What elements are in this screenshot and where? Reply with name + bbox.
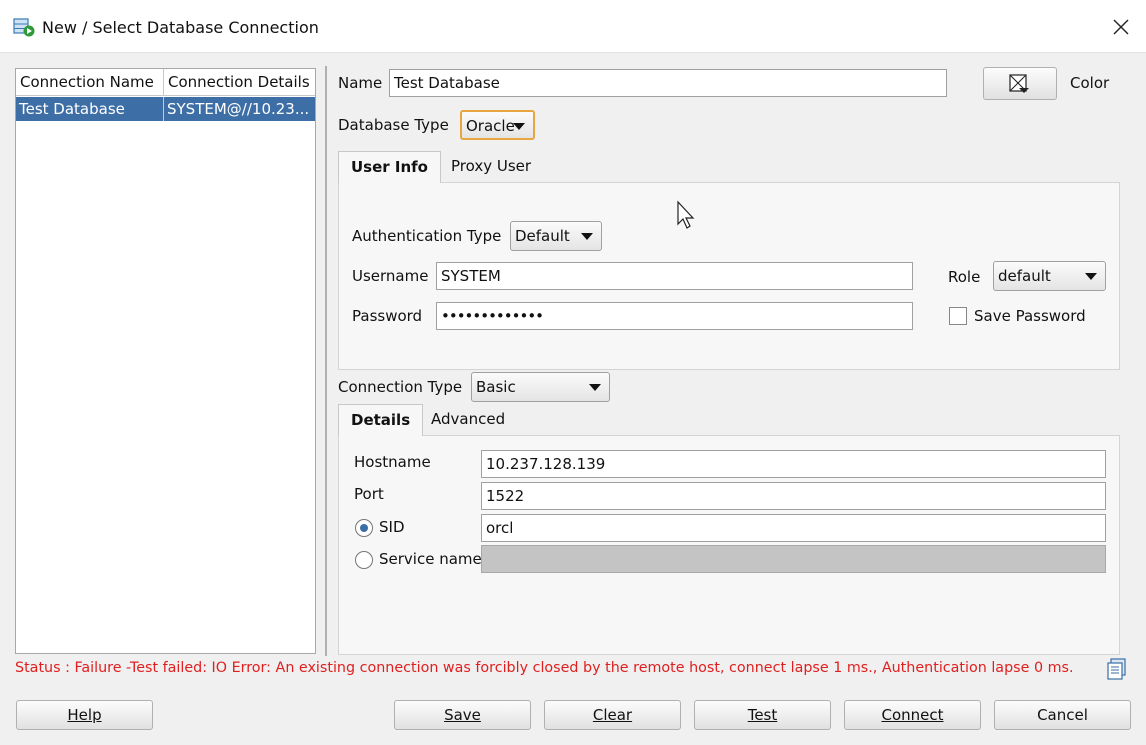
sid-label: SID: [379, 518, 405, 536]
cancel-button[interactable]: Cancel: [994, 700, 1131, 730]
hostname-label: Hostname: [354, 453, 431, 471]
radio-selected-dot: [360, 524, 368, 532]
sid-input[interactable]: orcl: [481, 514, 1106, 542]
database-connection-icon: [13, 18, 35, 37]
status-message: Status : Failure -Test failed: IO Error:…: [15, 660, 1074, 676]
tab-user-info[interactable]: User Info: [338, 151, 441, 183]
connection-type-value: Basic: [476, 378, 516, 396]
mouse-cursor-icon: [677, 200, 695, 229]
close-icon[interactable]: [1110, 16, 1132, 38]
role-select[interactable]: default: [993, 261, 1106, 291]
connect-button-label: Connect: [881, 706, 944, 724]
color-picker-icon: [1009, 74, 1029, 93]
service-name-input: [481, 545, 1106, 573]
password-label: Password: [352, 307, 423, 325]
username-input[interactable]: SYSTEM: [436, 262, 913, 290]
column-header-connection-details[interactable]: Connection Details: [164, 69, 315, 96]
service-name-radio[interactable]: [355, 551, 373, 569]
test-button[interactable]: Test: [694, 700, 831, 730]
connection-list[interactable]: Connection Name Connection Details Test …: [15, 68, 316, 654]
column-header-connection-name[interactable]: Connection Name: [16, 69, 164, 96]
authentication-type-label: Authentication Type: [352, 227, 502, 245]
connect-button[interactable]: Connect: [844, 700, 981, 730]
tab-advanced[interactable]: Advanced: [419, 404, 517, 436]
database-type-select[interactable]: Oracle: [460, 110, 535, 140]
chevron-down-icon: [581, 233, 593, 240]
cancel-button-label: Cancel: [1037, 706, 1088, 724]
save-password-label[interactable]: Save Password: [974, 307, 1086, 325]
test-button-label: Test: [747, 706, 778, 724]
port-label: Port: [354, 485, 384, 503]
connection-type-select[interactable]: Basic: [471, 372, 610, 402]
chevron-down-icon: [1085, 273, 1097, 280]
save-button[interactable]: Save: [394, 700, 531, 730]
color-button[interactable]: [983, 67, 1057, 100]
database-type-value: Oracle: [466, 117, 515, 135]
hostname-input[interactable]: 10.237.128.139: [481, 450, 1106, 478]
name-label: Name: [338, 74, 383, 92]
help-button[interactable]: Help: [16, 700, 153, 730]
save-password-checkbox[interactable]: [949, 307, 967, 325]
splitter[interactable]: [325, 66, 327, 656]
port-input[interactable]: 1522: [481, 482, 1106, 510]
chevron-down-icon: [589, 384, 601, 391]
role-value: default: [998, 267, 1051, 285]
chevron-down-icon: [513, 123, 525, 130]
save-button-label: Save: [444, 706, 481, 724]
role-label: Role: [948, 268, 981, 286]
tab-details[interactable]: Details: [338, 404, 424, 436]
connection-type-label: Connection Type: [338, 378, 463, 396]
color-label: Color: [1070, 74, 1110, 92]
connection-row-name[interactable]: Test Database: [16, 97, 164, 121]
authentication-type-value: Default: [515, 227, 570, 245]
service-name-label: Service name: [379, 550, 482, 568]
sid-radio[interactable]: [355, 519, 373, 537]
password-input[interactable]: •••••••••••••: [436, 302, 913, 330]
username-label: Username: [352, 267, 429, 285]
window-title: New / Select Database Connection: [42, 18, 319, 37]
clear-button-label: Clear: [592, 706, 633, 724]
tab-proxy-user[interactable]: Proxy User: [439, 151, 543, 183]
copy-log-icon[interactable]: [1105, 657, 1129, 681]
name-input[interactable]: Test Database: [389, 69, 947, 97]
connection-row-details[interactable]: SYSTEM@//10.23...: [164, 97, 315, 121]
database-type-label: Database Type: [338, 116, 449, 134]
title-bar: New / Select Database Connection: [0, 0, 1146, 52]
clear-button[interactable]: Clear: [544, 700, 681, 730]
authentication-type-select[interactable]: Default: [510, 221, 602, 251]
help-button-label: Help: [67, 706, 102, 724]
